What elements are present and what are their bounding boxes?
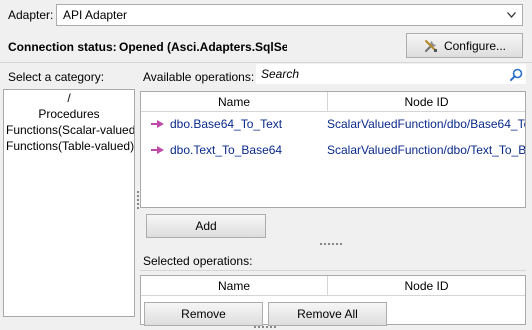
configure-label: Configure... [443, 38, 507, 53]
operation-name: dbo.Base64_To_Text [151, 117, 282, 131]
tools-icon [424, 39, 437, 52]
operation-node-id: ScalarValuedFunction/dbo/Text_To_Base64 [327, 143, 525, 157]
remove-button[interactable]: Remove [144, 302, 263, 326]
category-item-table-functions[interactable]: Functions(Table-valued) [4, 138, 134, 154]
available-operations-grid[interactable]: Name Node ID dbo.Base64_To_Text ScalarVa… [140, 91, 526, 208]
column-node-id-header[interactable]: Node ID [327, 92, 525, 112]
adapter-label: Adapter: [8, 8, 54, 22]
resize-grip[interactable] [254, 326, 278, 329]
grid-header: Name Node ID [141, 92, 525, 112]
remove-all-button[interactable]: Remove All [268, 302, 387, 326]
column-node-id-header[interactable]: Node ID [327, 276, 525, 296]
operation-name: dbo.Text_To_Base64 [151, 143, 282, 157]
configure-button[interactable]: Configure... [406, 33, 523, 58]
category-item-procedures[interactable]: Procedures [4, 106, 134, 122]
divider [140, 270, 526, 271]
connection-status-value: Opened (Asci.Adapters.SqlSer [119, 40, 287, 54]
connection-status-label: Connection status: [8, 40, 117, 54]
operation-name-text: dbo.Text_To_Base64 [170, 143, 283, 157]
operation-node-id: ScalarValuedFunction/dbo/Base64_To_Text [327, 117, 525, 131]
search-placeholder: Search [261, 67, 300, 81]
available-operations-label: Available operations: [143, 70, 255, 84]
operation-row[interactable]: dbo.Text_To_Base64 ScalarValuedFunction/… [141, 140, 525, 162]
function-icon [151, 120, 164, 128]
category-list[interactable]: / Procedures Functions(Scalar-valued) Fu… [3, 89, 135, 317]
selected-operations-label: Selected operations: [143, 254, 253, 268]
operation-name-text: dbo.Base64_To_Text [170, 117, 283, 131]
grid-header: Name Node ID [141, 276, 525, 296]
category-label: Select a category: [8, 70, 105, 84]
function-icon [151, 146, 164, 154]
operation-row[interactable]: dbo.Base64_To_Text ScalarValuedFunction/… [141, 114, 525, 136]
adapter-value: API Adapter [63, 8, 128, 22]
column-name-header[interactable]: Name [141, 92, 327, 112]
chevron-down-icon [507, 12, 516, 18]
horizontal-splitter[interactable] [320, 243, 344, 246]
add-button[interactable]: Add [146, 214, 266, 238]
column-name-header[interactable]: Name [141, 276, 327, 296]
adapter-select[interactable]: API Adapter [56, 4, 523, 26]
search-icon[interactable] [510, 68, 523, 81]
category-item-root[interactable]: / [4, 90, 134, 106]
category-item-scalar-functions[interactable]: Functions(Scalar-valued) [4, 122, 134, 138]
